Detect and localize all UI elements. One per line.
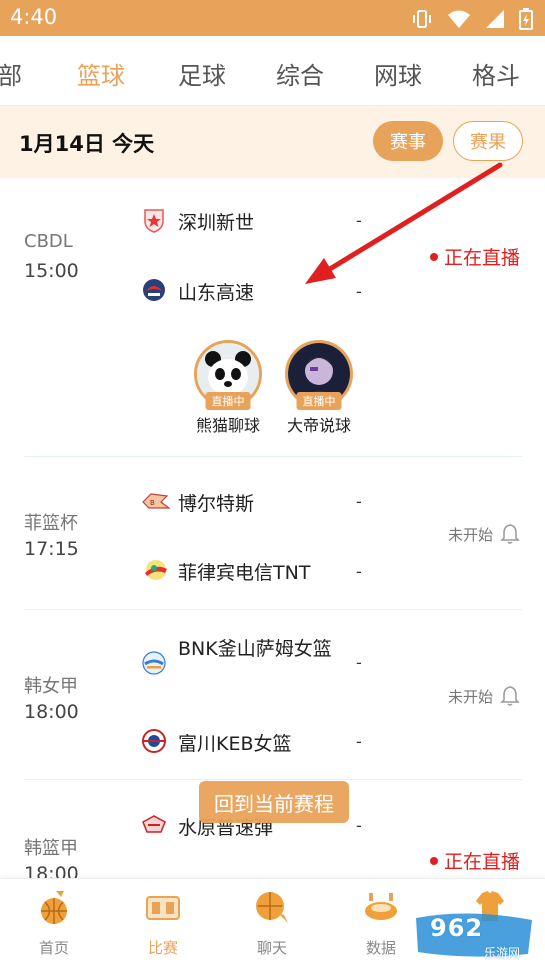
match-item[interactable]: 韩女甲 18:00 BNK釜山萨姆女篮 - 富川KEB女篮 - 未开始	[0, 610, 545, 780]
events-button[interactable]: 赛事	[373, 121, 443, 161]
nav-label: 比赛	[147, 939, 178, 957]
streamer-name: 大帝说球	[286, 416, 351, 435]
home-team-name: 深圳新世	[178, 212, 255, 234]
home-score: -	[356, 492, 362, 511]
away-score: -	[356, 732, 362, 751]
league-name: CBDL	[24, 231, 73, 252]
streamer-name: 熊猫聊球	[195, 416, 260, 435]
home-basketball-icon	[41, 891, 67, 924]
match-list: CBDL 15:00 深圳新世 - 山东高速 - 正在直播 直播中 熊猫聊球 直…	[0, 178, 545, 878]
nav-home[interactable]: 首页	[14, 887, 94, 958]
bell-icon[interactable]	[500, 523, 520, 545]
match-time: 15:00	[24, 260, 79, 282]
tab-tennis[interactable]: 网球	[374, 56, 422, 91]
svg-text:B: B	[150, 499, 155, 507]
league-name: 菲篮杯	[24, 513, 78, 534]
home-score: -	[356, 211, 362, 230]
bell-icon[interactable]	[500, 685, 520, 707]
nav-label: 首页	[38, 939, 69, 957]
league-name: 韩女甲	[24, 676, 78, 697]
live-tag: 直播中	[205, 392, 251, 410]
team-logo-bnk	[142, 651, 166, 675]
home-team-name: BNK釜山萨姆女篮	[178, 638, 332, 660]
nav-match[interactable]: 比赛	[123, 887, 203, 958]
team-logo-bolts: B	[142, 493, 171, 509]
match-item[interactable]: CBDL 15:00 深圳新世 - 山东高速 - 正在直播 直播中 熊猫聊球 直…	[0, 178, 545, 456]
live-dot-icon	[430, 252, 438, 261]
wifi-icon	[448, 10, 470, 28]
status-bar: 4:40	[0, 0, 545, 36]
team-logo-shandong	[143, 279, 165, 301]
match-item[interactable]: 菲篮杯 17:15 B 博尔特斯 - 菲律宾电信TNT - 未开始	[0, 457, 545, 609]
tab-all[interactable]: 部	[0, 56, 22, 91]
date-bar: 1月14日 今天 赛事 赛果	[0, 106, 545, 178]
away-team-name: 富川KEB女篮	[178, 733, 292, 755]
nav-label: 聊天	[256, 939, 287, 957]
watermark-subtext: 乐游网	[484, 946, 521, 960]
category-tabs: 部 篮球 足球 综合 网球 格斗	[0, 36, 545, 106]
home-team-name: 博尔特斯	[178, 493, 255, 515]
status-time: 4:40	[10, 5, 58, 29]
match-status: 未开始	[448, 688, 494, 706]
home-score: -	[356, 653, 362, 672]
match-status: 未开始	[448, 526, 494, 544]
watermark-text: 962	[430, 914, 484, 942]
streamer-panda[interactable]: 直播中 熊猫聊球	[188, 340, 268, 436]
away-score: -	[356, 562, 362, 581]
date-label[interactable]: 1月14日 今天	[19, 128, 154, 158]
tab-basketball[interactable]: 篮球	[77, 56, 125, 91]
battery-icon	[519, 8, 533, 30]
away-team-name: 山东高速	[178, 282, 255, 304]
nav-chat[interactable]: 聊天	[232, 887, 312, 958]
stadium-icon	[365, 893, 397, 920]
team-logo-shenzhen	[144, 209, 164, 233]
team-logo-keb	[142, 729, 166, 753]
live-tag: 直播中	[296, 392, 342, 410]
tab-football[interactable]: 足球	[178, 56, 226, 91]
match-time: 17:15	[24, 538, 79, 560]
away-team-name: 菲律宾电信TNT	[178, 562, 311, 584]
tab-comprehensive[interactable]: 综合	[276, 56, 324, 91]
away-score: -	[356, 282, 362, 301]
chat-icon	[256, 892, 288, 923]
status-icons	[411, 8, 533, 30]
scoreboard-icon	[146, 896, 180, 920]
team-logo-suwon	[142, 815, 166, 833]
league-name: 韩篮甲	[24, 838, 78, 859]
live-status: 正在直播	[430, 847, 520, 874]
tab-fighting[interactable]: 格斗	[472, 56, 520, 91]
match-time: 18:00	[24, 863, 79, 878]
back-to-current-button[interactable]: 回到当前赛程	[199, 781, 349, 823]
home-score: -	[356, 816, 362, 835]
live-dot-icon	[430, 856, 438, 865]
match-time: 18:00	[24, 701, 79, 723]
live-status: 正在直播	[430, 243, 520, 270]
results-button[interactable]: 赛果	[453, 121, 523, 161]
vibrate-icon	[413, 10, 431, 28]
team-logo-tnt	[145, 560, 167, 580]
streamer-dadi[interactable]: 直播中 大帝说球	[279, 340, 359, 436]
signal-icon	[486, 10, 504, 28]
